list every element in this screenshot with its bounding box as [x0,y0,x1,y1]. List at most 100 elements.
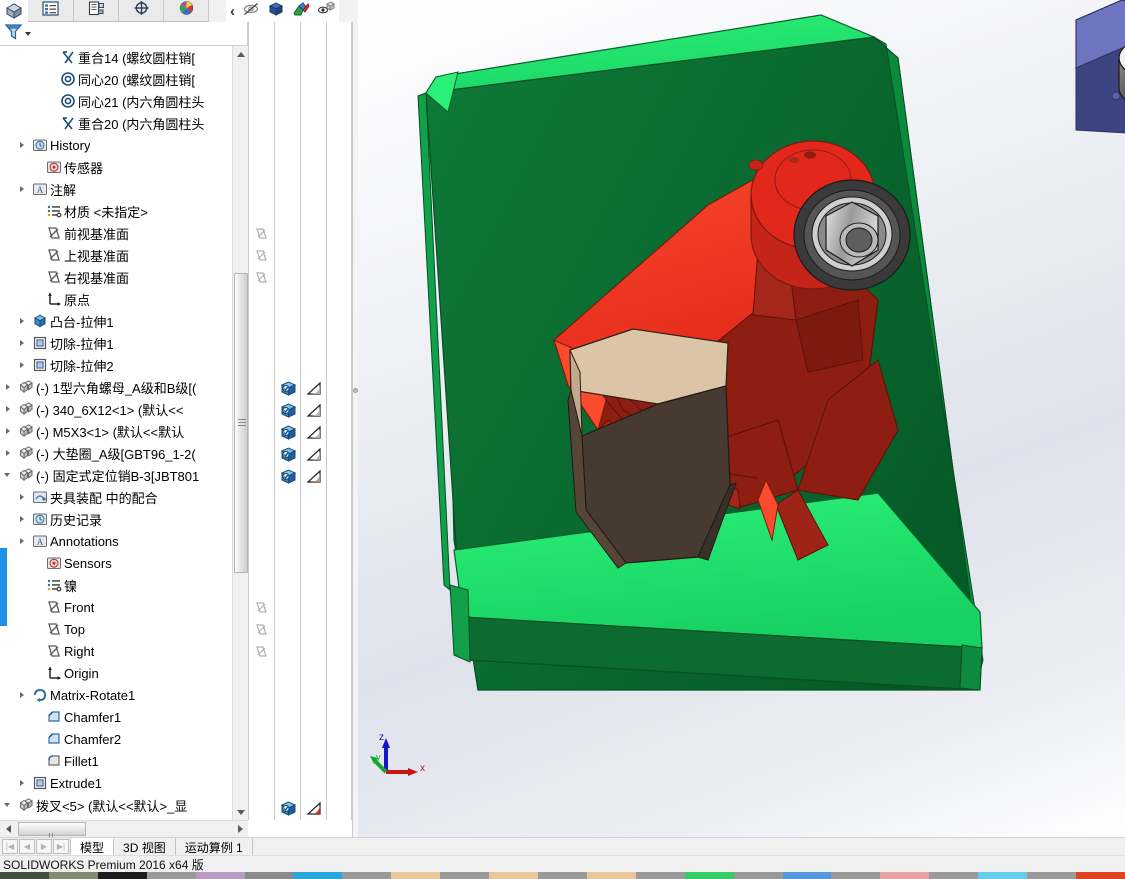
tree-item[interactable]: 夹具装配 中的配合 [0,486,232,508]
tree-item[interactable]: Right [0,640,232,662]
taskbar-item[interactable] [734,872,783,879]
taskbar-item[interactable] [636,872,685,879]
tree-item[interactable]: 同心21 (内六角圆柱头 [0,90,232,112]
tree-filter-bar[interactable] [0,22,248,46]
tree-item[interactable]: 右视基准面 [0,266,232,288]
tab-feature-manager[interactable] [28,0,74,22]
scroll-up-button[interactable] [233,46,249,62]
hide-plane-icon[interactable] [254,225,272,243]
expand-arrow-right-icon[interactable] [16,772,30,794]
tree-item[interactable]: 切除-拉伸1 [0,332,232,354]
hide-show-items-icon[interactable] [242,1,260,22]
tree-item[interactable]: (-) 1型六角螺母_A级和B级[( [0,376,232,398]
taskbar-item[interactable] [147,872,196,879]
config-cube-checked-icon[interactable] [280,380,298,398]
next-tab-button[interactable]: ▶ [36,839,52,854]
tree-item[interactable]: 切除-拉伸2 [0,354,232,376]
config-cube-checked-icon[interactable] [280,424,298,442]
expand-arrow-right-icon[interactable] [16,354,30,376]
taskbar-item[interactable] [685,872,734,879]
appearance-triangle-red-icon[interactable] [306,800,324,818]
tree-vertical-scrollbar[interactable] [232,46,248,820]
tree-item[interactable]: Chamfer1 [0,706,232,728]
hide-plane-icon[interactable] [254,599,272,617]
tree-item[interactable]: Extrude1 [0,772,232,794]
taskbar-item[interactable] [538,872,587,879]
expand-arrow-right-icon[interactable] [16,684,30,706]
taskbar-item[interactable] [49,872,98,879]
expand-arrow-right-icon[interactable] [16,508,30,530]
config-cube-checked-icon[interactable] [280,800,298,818]
expand-arrow-down-icon[interactable] [2,794,16,816]
expand-arrow-right-icon[interactable] [16,310,30,332]
first-tab-button[interactable]: |◀ [2,839,18,854]
graphics-viewport[interactable]: z x y [358,0,1125,837]
scroll-down-button[interactable] [233,804,249,820]
taskbar-item[interactable] [1027,872,1076,879]
document-tab[interactable]: 3D 视图 [114,838,176,856]
hide-plane-icon[interactable] [254,643,272,661]
expand-arrow-right-icon[interactable] [16,486,30,508]
tree-item[interactable]: 拨叉<5> (默认<<默认>_显 [0,794,232,816]
taskbar-item[interactable] [440,872,489,879]
tree-item[interactable]: 上视基准面 [0,244,232,266]
appearances-icon[interactable] [292,1,310,22]
appearance-triangle-gray-icon[interactable] [306,446,324,464]
appearance-triangle-gray-icon[interactable] [306,424,324,442]
tree-item[interactable]: (-) 固定式定位销B-3[JBT801 [0,464,232,486]
tree-item[interactable]: Matrix-Rotate1 [0,684,232,706]
tree-item[interactable]: (-) M5X3<1> (默认<<默认 [0,420,232,442]
expand-arrow-down-icon[interactable] [2,464,16,486]
tree-item[interactable]: Fillet1 [0,750,232,772]
expand-arrow-right-icon[interactable] [16,134,30,156]
last-tab-button[interactable]: ▶| [53,839,69,854]
taskbar-item[interactable] [391,872,440,879]
expand-arrow-right-icon[interactable] [2,442,16,464]
tree-item[interactable]: 镍 [0,574,232,596]
taskbar-item[interactable] [293,872,342,879]
scrollbar-thumb[interactable] [234,273,248,573]
tree-item[interactable]: 凸台-拉伸1 [0,310,232,332]
filter-funnel-icon[interactable] [4,22,23,46]
taskbar-item[interactable] [196,872,245,879]
tree-item[interactable]: History [0,134,232,156]
document-tab[interactable]: 运动算例 1 [176,838,253,856]
tree-item[interactable]: (-) 340_6X12<1> (默认<< [0,398,232,420]
os-taskbar[interactable] [0,872,1125,879]
expand-arrow-right-icon[interactable] [16,332,30,354]
tree-item[interactable]: Chamfer2 [0,728,232,750]
tree-item[interactable]: 材质 <未指定> [0,200,232,222]
assembly-cube-icon[interactable] [0,0,28,22]
appearance-triangle-gray-icon[interactable] [306,380,324,398]
chevron-down-icon[interactable] [25,32,31,36]
collapse-chevron-icon[interactable]: ‹ [230,3,235,20]
taskbar-item[interactable] [245,872,294,879]
tree-item[interactable]: Front [0,596,232,618]
tree-item[interactable]: Sensors [0,552,232,574]
tree-item[interactable]: 前视基准面 [0,222,232,244]
taskbar-item[interactable] [98,872,147,879]
tree-item[interactable]: AAnnotations [0,530,232,552]
taskbar-item[interactable] [489,872,538,879]
tree-item[interactable]: Origin [0,662,232,684]
expand-arrow-right-icon[interactable] [16,178,30,200]
tree-item[interactable]: 重合14 (螺纹圆柱销[ [0,46,232,68]
scroll-right-button[interactable] [232,821,248,837]
taskbar-item[interactable] [880,872,929,879]
document-tab[interactable]: 模型 [70,838,114,856]
taskbar-item[interactable] [929,872,978,879]
tab-property-manager[interactable] [73,0,119,22]
taskbar-item[interactable] [978,872,1027,879]
tree-item[interactable]: 重合20 (内六角圆柱头 [0,112,232,134]
feature-manager-design-tree[interactable]: 重合14 (螺纹圆柱销[同心20 (螺纹圆柱销[同心21 (内六角圆柱头重合20… [0,46,232,820]
scroll-left-button[interactable] [0,821,16,837]
tree-item[interactable]: 原点 [0,288,232,310]
config-cube-checked-icon[interactable] [280,446,298,464]
view-cube-icon[interactable] [267,1,285,22]
hscrollbar-thumb[interactable] [18,822,86,836]
tab-display-manager[interactable] [163,0,209,22]
taskbar-item[interactable] [587,872,636,879]
expand-arrow-right-icon[interactable] [2,398,16,420]
expand-arrow-right-icon[interactable] [2,420,16,442]
tree-item[interactable]: 传感器 [0,156,232,178]
